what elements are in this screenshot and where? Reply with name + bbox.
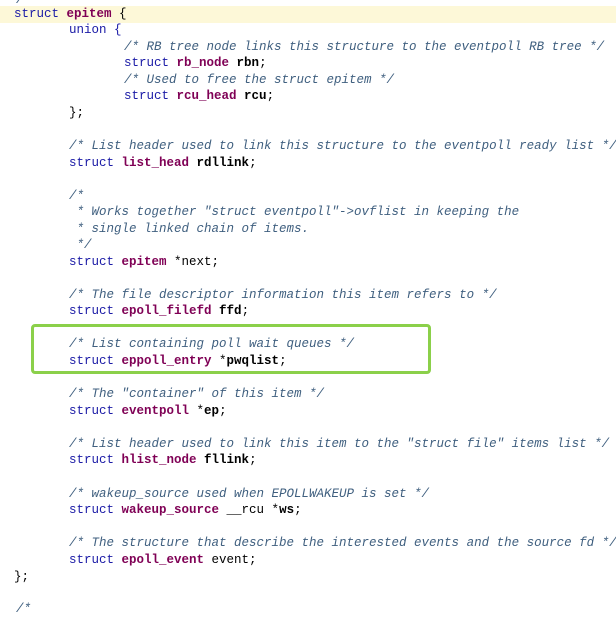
code-token: /* List header used to link this item to… <box>69 437 610 451</box>
code-token: struct <box>69 156 122 170</box>
code-line[interactable]: /* The structure that describe the inter… <box>0 535 616 552</box>
code-token: { <box>111 7 127 21</box>
code-line[interactable]: struct epoll_event event; <box>0 552 616 569</box>
code-line[interactable]: /* RB tree node links this structure to … <box>0 39 616 56</box>
code-token: /* <box>69 189 85 203</box>
code-line[interactable]: * single linked chain of items. <box>0 221 616 238</box>
code-token: struct <box>124 89 177 103</box>
code-token: wakeup_source <box>121 503 220 517</box>
code-line[interactable]: struct rb_node rbn; <box>0 55 616 72</box>
highlight-box <box>31 324 431 374</box>
code-token: rcu_head <box>176 89 237 103</box>
code-token: struct <box>124 56 177 70</box>
code-token: }; <box>14 570 30 584</box>
code-token: ; <box>259 56 267 70</box>
code-token: *next; <box>166 255 220 269</box>
code-token: ; <box>249 453 257 467</box>
code-token: struct <box>69 453 122 467</box>
code-token: /* Used to free the struct epitem */ <box>124 73 395 87</box>
code-line[interactable]: struct rcu_head rcu; <box>0 88 616 105</box>
code-token: * single linked chain of items. <box>69 222 310 236</box>
code-token: rb_node <box>176 56 230 70</box>
code-token: /* The file descriptor information this … <box>69 288 497 302</box>
code-token: * <box>189 404 205 418</box>
code-token: }; <box>69 106 85 120</box>
code-token: /* List header used to link this structu… <box>69 139 616 153</box>
code-token: ffd <box>219 304 242 318</box>
code-line[interactable]: }; <box>0 105 616 122</box>
code-line[interactable]: /* wakeup_source used when EPOLLWAKEUP i… <box>0 486 616 503</box>
code-line[interactable]: struct hlist_node fllink; <box>0 452 616 469</box>
code-line[interactable]: struct wakeup_source __rcu *ws; <box>0 502 616 519</box>
code-token: __rcu * <box>219 503 280 517</box>
code-token: list_head <box>121 156 190 170</box>
code-token: struct <box>69 404 122 418</box>
code-token: union { <box>69 23 122 37</box>
code-token: ; <box>266 89 275 103</box>
code-token: struct <box>69 503 122 517</box>
code-token: ; <box>241 304 250 318</box>
code-token: /* The "container" of this item */ <box>69 387 325 401</box>
code-line[interactable]: }; <box>0 569 616 586</box>
code-token: /* <box>16 602 32 616</box>
code-token: ws <box>279 503 295 517</box>
code-token: ; <box>219 404 227 418</box>
code-line[interactable]: struct eventpoll *ep; <box>0 403 616 420</box>
code-token: epoll_filefd <box>121 304 212 318</box>
code-token: struct <box>69 304 122 318</box>
code-token: epoll_event <box>121 553 205 567</box>
code-line[interactable]: /* <box>0 188 616 205</box>
code-token: * Works together "struct eventpoll"->ovf… <box>69 205 520 219</box>
code-token: ; <box>249 156 257 170</box>
code-line[interactable]: */ <box>0 237 616 254</box>
code-token: ; <box>294 503 302 517</box>
code-line[interactable]: /* List header used to link this item to… <box>0 436 616 453</box>
code-line[interactable]: /* List header used to link this structu… <box>0 138 616 155</box>
code-line[interactable]: struct epoll_filefd ffd; <box>0 303 616 320</box>
code-line[interactable]: struct epitem { <box>0 6 616 23</box>
code-line[interactable]: struct list_head rdllink; <box>0 155 616 172</box>
code-token: hlist_node <box>121 453 197 467</box>
code-line[interactable]: /* The file descriptor information this … <box>0 287 616 304</box>
code-token: /* wakeup_source used when EPOLLWAKEUP i… <box>69 487 430 501</box>
code-line[interactable]: * Works together "struct eventpoll"->ovf… <box>0 204 616 221</box>
code-token: eventpoll <box>121 404 190 418</box>
code-token: ep <box>204 404 220 418</box>
code-token: epitem <box>66 7 112 21</box>
code-line[interactable]: /* The "container" of this item */ <box>0 386 616 403</box>
code-line[interactable]: union { <box>0 22 616 39</box>
code-token: rdllink <box>196 156 250 170</box>
code-line[interactable]: struct epitem *next; <box>0 254 616 271</box>
code-token: struct <box>69 255 122 269</box>
code-token: rcu <box>244 89 267 103</box>
code-token: epitem <box>121 255 167 269</box>
code-token: /* RB tree node links this structure to … <box>124 40 605 54</box>
code-token: struct <box>69 553 122 567</box>
code-token: rbn <box>236 56 260 70</box>
code-token: /* The structure that describe the inter… <box>69 536 616 550</box>
code-line[interactable]: /* Used to free the struct epitem */ <box>0 72 616 89</box>
code-token: event; <box>204 553 257 567</box>
code-token: fllink <box>204 453 250 467</box>
code-token: */ <box>69 238 92 252</box>
code-line[interactable]: /* <box>0 601 616 618</box>
code-token: struct <box>14 7 67 21</box>
